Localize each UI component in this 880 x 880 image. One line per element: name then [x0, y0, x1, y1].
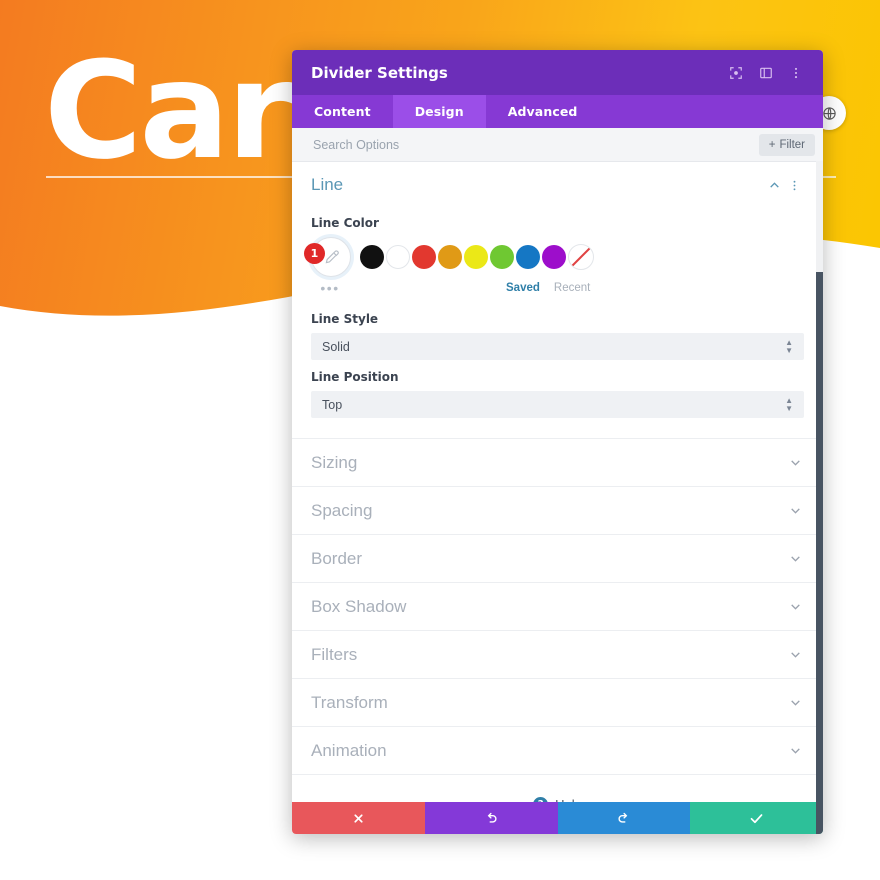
cancel-button[interactable]: [292, 802, 425, 834]
search-input[interactable]: [311, 136, 759, 153]
line-position-select[interactable]: Top ▲ ▼: [311, 391, 804, 418]
chevron-down-icon: [786, 502, 804, 520]
redo-icon: [618, 812, 628, 823]
save-button[interactable]: [690, 802, 823, 834]
redo-button[interactable]: [557, 802, 691, 834]
more-vertical-icon: [793, 180, 795, 190]
settings-scroll-body[interactable]: Line Line Color 1 ••• Saved Recent Line …: [292, 162, 823, 802]
section-box-shadow-label: Box Shadow: [311, 596, 407, 616]
check-icon: [750, 813, 763, 823]
section-spacing-label: Spacing: [311, 500, 373, 520]
section-sizing[interactable]: Sizing: [292, 439, 823, 487]
modal-tabs: Content Design Advanced: [292, 95, 823, 128]
modal-titlebar: Divider Settings: [292, 50, 823, 95]
section-border[interactable]: Border: [292, 535, 823, 583]
swatch-white[interactable]: [386, 245, 410, 269]
chevron-down-icon: [786, 742, 804, 760]
section-border-label: Border: [311, 548, 363, 568]
swatch-blue[interactable]: [516, 245, 540, 269]
undo-icon: [487, 812, 497, 823]
focus-target-icon: [730, 66, 742, 79]
chevron-up-icon: [769, 181, 779, 188]
filter-label: Filter: [779, 138, 805, 151]
section-transform-label: Transform: [311, 692, 388, 712]
tab-content[interactable]: Content: [292, 95, 393, 128]
filter-button[interactable]: + Filter: [758, 133, 815, 156]
color-palette: 1: [304, 237, 804, 277]
undo-button[interactable]: [424, 802, 558, 834]
modal-footer: [292, 802, 823, 834]
section-box-shadow[interactable]: Box Shadow: [292, 583, 823, 631]
section-line-title: Line: [311, 175, 344, 194]
tab-design[interactable]: Design: [392, 95, 486, 128]
more-vertical-icon: [794, 67, 798, 78]
palette-tabs: Saved Recent: [506, 282, 590, 294]
section-sizing-label: Sizing: [311, 452, 358, 472]
chevron-down-icon: [786, 598, 804, 616]
swatch-red[interactable]: [412, 245, 436, 269]
line-position-label: Line Position: [311, 370, 399, 384]
swatch-transparent-none[interactable]: [568, 244, 594, 270]
close-icon: [354, 813, 363, 823]
section-animation-label: Animation: [311, 740, 387, 760]
section-transform[interactable]: Transform: [292, 679, 823, 727]
help-row[interactable]: ? Help: [292, 775, 823, 802]
modal-more-options-button[interactable]: [783, 60, 809, 86]
line-color-field: Line Color 1 ••• Saved Recent: [304, 216, 804, 304]
section-line-header[interactable]: Line: [311, 162, 804, 208]
section-filters-label: Filters: [311, 644, 358, 664]
page-root: Care Divider Settings Content Design Adv…: [0, 0, 880, 880]
modal-scrollbar-thumb[interactable]: [816, 272, 823, 834]
selected-color-swatch[interactable]: 1: [304, 237, 351, 277]
line-position-field: Line Position Top ▲ ▼: [311, 370, 804, 418]
tab-advanced[interactable]: Advanced: [486, 95, 600, 128]
line-style-select[interactable]: Solid ▲ ▼: [311, 333, 804, 360]
swatch-yellow[interactable]: [464, 245, 488, 269]
help-question-icon: ?: [533, 796, 549, 802]
chevron-down-icon: [786, 646, 804, 664]
section-filters[interactable]: Filters: [292, 631, 823, 679]
palette-tab-saved[interactable]: Saved: [506, 282, 540, 294]
color-index-badge: 1: [304, 243, 325, 264]
swatch-black[interactable]: [360, 245, 384, 269]
chevron-down-icon: [786, 454, 804, 472]
line-color-label: Line Color: [311, 216, 379, 230]
modal-scrollbar-track[interactable]: [816, 161, 823, 834]
swatch-orange[interactable]: [438, 245, 462, 269]
modal-title: Divider Settings: [311, 63, 448, 82]
plus-icon: +: [768, 138, 776, 151]
palette-more-button[interactable]: •••: [311, 281, 349, 295]
globe-icon: [822, 106, 836, 120]
divider-settings-modal: Divider Settings Content Design Advanced…: [292, 50, 823, 834]
section-collapse-button[interactable]: [764, 175, 784, 195]
select-arrows-icon: ▲ ▼: [785, 395, 793, 413]
chevron-down-icon: [786, 694, 804, 712]
line-style-label: Line Style: [311, 312, 379, 326]
select-arrows-icon: ▲ ▼: [785, 337, 793, 355]
palette-footer: ••• Saved Recent: [311, 278, 804, 298]
section-options-button[interactable]: [784, 175, 804, 195]
swatch-green[interactable]: [490, 245, 514, 269]
search-row: + Filter: [292, 128, 823, 162]
focus-target-icon-button[interactable]: [723, 60, 749, 86]
section-line: Line Line Color 1 ••• Saved Recent Line …: [292, 162, 823, 439]
line-style-value: Solid: [322, 339, 350, 354]
swatch-purple[interactable]: [542, 245, 566, 269]
section-spacing[interactable]: Spacing: [292, 487, 823, 535]
help-label: Help: [555, 797, 582, 803]
section-animation[interactable]: Animation: [292, 727, 823, 775]
palette-tab-recent[interactable]: Recent: [554, 282, 590, 294]
layout-panel-icon-button[interactable]: [753, 60, 779, 86]
line-position-value: Top: [322, 397, 343, 412]
line-style-field: Line Style Solid ▲ ▼: [311, 312, 804, 360]
chevron-down-icon: [786, 550, 804, 568]
layout-panel-icon: [760, 67, 772, 78]
eyedropper-icon: [325, 249, 339, 263]
